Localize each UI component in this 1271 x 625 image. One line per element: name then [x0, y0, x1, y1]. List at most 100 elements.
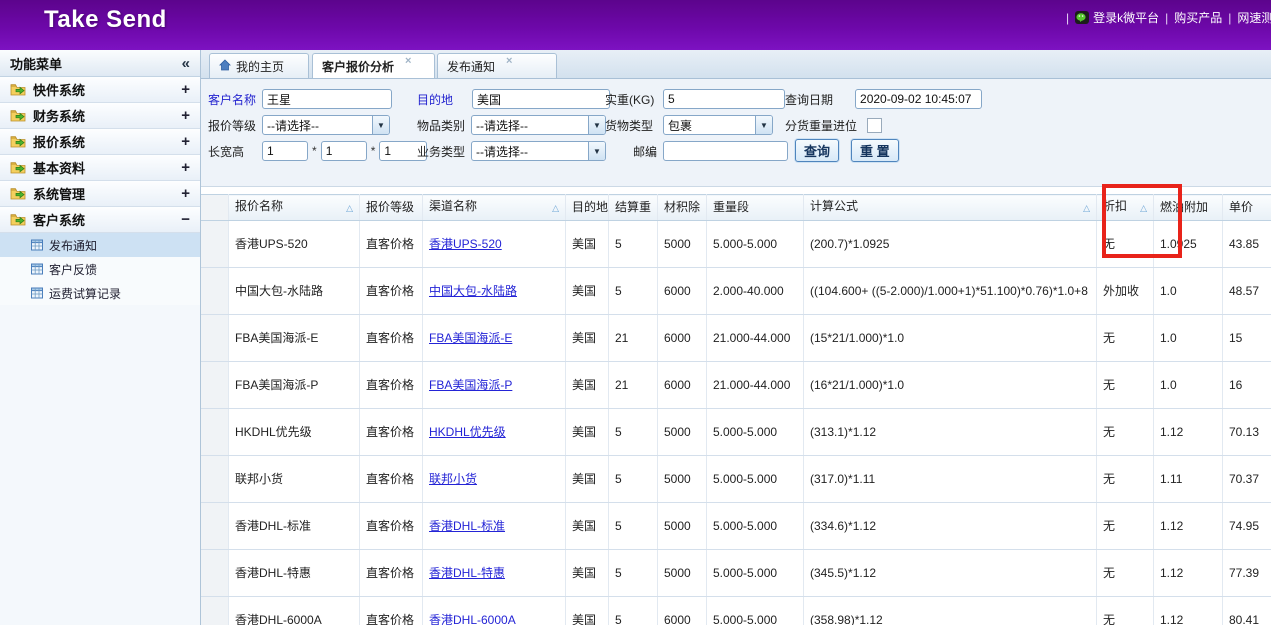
channel-link[interactable]: 联邦小货 — [429, 472, 477, 486]
collapse-sidebar-icon[interactable]: « — [182, 55, 190, 72]
sort-icon[interactable]: △ — [552, 199, 559, 218]
query-date-input[interactable] — [855, 89, 982, 109]
channel-link[interactable]: 香港UPS-520 — [429, 237, 502, 251]
col-header-quote-level[interactable]: 报价等级 — [360, 195, 423, 221]
cell-channel-name[interactable]: 联邦小货 — [423, 456, 566, 503]
width-input[interactable] — [321, 141, 367, 161]
channel-link[interactable]: 中国大包-水陆路 — [429, 284, 517, 298]
top-links: | 登录k微平台 | 购买产品 | 网速测试 — [1066, 9, 1271, 26]
cell-channel-name[interactable]: HKDHL优先级 — [423, 409, 566, 456]
item-category-select[interactable]: --请选择--▼ — [471, 115, 606, 135]
cell-channel-name[interactable]: 香港UPS-520 — [423, 221, 566, 268]
cell-fuel-surcharge: 1.0 — [1154, 362, 1223, 409]
cell-discount: 无 — [1097, 550, 1154, 597]
col-header-weight-range[interactable]: 重量段 — [707, 195, 804, 221]
customer-name-input[interactable] — [262, 89, 392, 109]
cell-quote-name: 香港DHL-6000A — [229, 597, 360, 625]
table-row[interactable]: FBA美国海派-P直客价格FBA美国海派-P美国21600021.000-44.… — [201, 362, 1271, 409]
cell-channel-name[interactable]: 香港DHL-标准 — [423, 503, 566, 550]
home-icon — [219, 59, 231, 71]
cell-volume-divisor: 6000 — [658, 315, 707, 362]
col-header-quote-name[interactable]: 报价名称△ — [229, 195, 360, 221]
sidebar-item-5[interactable]: 系统管理+ — [0, 181, 200, 207]
sort-icon[interactable]: △ — [346, 199, 353, 218]
search-button[interactable]: 查询 — [795, 139, 839, 162]
close-icon[interactable]: × — [405, 55, 411, 67]
expand-toggle-icon[interactable]: + — [181, 185, 190, 202]
reset-button[interactable]: 重 置 — [851, 139, 899, 162]
close-icon[interactable]: × — [506, 55, 512, 67]
tab-my-home[interactable]: 我的主页 — [209, 53, 309, 78]
sidebar-item-6[interactable]: 客户系统− — [0, 207, 200, 233]
col-header-charge-weight[interactable]: 结算重 — [609, 195, 658, 221]
tab-customer-quote-analysis[interactable]: 客户报价分析 × — [312, 53, 435, 78]
sort-icon[interactable]: △ — [1083, 199, 1090, 218]
buy-product-link[interactable]: 购买产品 — [1174, 9, 1222, 26]
table-row[interactable]: HKDHL优先级直客价格HKDHL优先级美国550005.000-5.000(3… — [201, 409, 1271, 456]
cell-channel-name[interactable]: 香港DHL-特惠 — [423, 550, 566, 597]
expand-toggle-icon[interactable]: + — [181, 133, 190, 150]
business-type-select[interactable]: --请选择--▼ — [471, 141, 606, 161]
cell-discount: 无 — [1097, 362, 1154, 409]
expand-toggle-icon[interactable]: + — [181, 107, 190, 124]
expand-toggle-icon[interactable]: + — [181, 81, 190, 98]
cell-channel-name[interactable]: 中国大包-水陆路 — [423, 268, 566, 315]
expand-toggle-icon[interactable]: − — [181, 211, 190, 228]
cell-quote-name: 香港UPS-520 — [229, 221, 360, 268]
cell-unit-price: 70.37 — [1223, 456, 1271, 503]
cell-quote-level: 直客价格 — [360, 456, 423, 503]
col-header-row-index — [201, 195, 229, 221]
channel-link[interactable]: HKDHL优先级 — [429, 425, 506, 439]
folder-icon — [10, 109, 26, 122]
weight-input[interactable] — [663, 89, 785, 109]
col-header-formula[interactable]: 计算公式△ — [804, 195, 1097, 221]
col-header-discount[interactable]: 折扣△ — [1097, 195, 1154, 221]
channel-link[interactable]: 香港DHL-6000A — [429, 613, 516, 625]
table-row[interactable]: 香港UPS-520直客价格香港UPS-520美国550005.000-5.000… — [201, 221, 1271, 268]
channel-link[interactable]: FBA美国海派-E — [429, 331, 512, 345]
cell-formula: (15*21/1.000)*1.0 — [804, 315, 1097, 362]
channel-link[interactable]: 香港DHL-标准 — [429, 519, 505, 533]
sidebar-item-4[interactable]: 基本资料+ — [0, 155, 200, 181]
tab-publish-notice[interactable]: 发布通知 × — [437, 53, 557, 78]
sidebar-subitem[interactable]: 发布通知 — [0, 233, 200, 257]
chevron-down-icon: ▼ — [372, 116, 389, 134]
channel-link[interactable]: FBA美国海派-P — [429, 378, 512, 392]
sidebar-item-3[interactable]: 报价系统+ — [0, 129, 200, 155]
zip-code-input[interactable] — [663, 141, 788, 161]
sidebar-subitem[interactable]: 客户反馈 — [0, 257, 200, 281]
login-kwei-link[interactable]: 登录k微平台 — [1075, 9, 1159, 26]
table-row[interactable]: 香港DHL-标准直客价格香港DHL-标准美国550005.000-5.000(3… — [201, 503, 1271, 550]
cell-formula: (358.98)*1.12 — [804, 597, 1097, 625]
col-header-fuel-surcharge[interactable]: 燃油附加 — [1154, 195, 1223, 221]
table-row[interactable]: 联邦小货直客价格联邦小货美国550005.000-5.000(317.0)*1.… — [201, 456, 1271, 503]
cell-channel-name[interactable]: FBA美国海派-P — [423, 362, 566, 409]
cell-quote-name: FBA美国海派-E — [229, 315, 360, 362]
length-input[interactable] — [262, 141, 308, 161]
row-index-cell — [201, 268, 229, 315]
cell-channel-name[interactable]: 香港DHL-6000A — [423, 597, 566, 625]
cell-channel-name[interactable]: FBA美国海派-E — [423, 315, 566, 362]
cell-charge-weight: 5 — [609, 503, 658, 550]
sort-icon[interactable]: △ — [1140, 199, 1147, 218]
sidebar-subitem[interactable]: 运费试算记录 — [0, 281, 200, 305]
col-header-volume-divisor[interactable]: 材积除 — [658, 195, 707, 221]
row-index-cell — [201, 597, 229, 625]
quote-level-select[interactable]: --请选择--▼ — [262, 115, 390, 135]
expand-toggle-icon[interactable]: + — [181, 159, 190, 176]
table-row[interactable]: 香港DHL-6000A直客价格香港DHL-6000A美国560005.000-5… — [201, 597, 1271, 625]
table-row[interactable]: 中国大包-水陆路直客价格中国大包-水陆路美国560002.000-40.000(… — [201, 268, 1271, 315]
col-header-channel-name[interactable]: 渠道名称△ — [423, 195, 566, 221]
cell-quote-name: 香港DHL-标准 — [229, 503, 360, 550]
table-row[interactable]: 香港DHL-特惠直客价格香港DHL-特惠美国550005.000-5.000(3… — [201, 550, 1271, 597]
col-header-unit-price[interactable]: 单价 — [1223, 195, 1271, 221]
cargo-type-select[interactable]: 包裹▼ — [663, 115, 773, 135]
channel-link[interactable]: 香港DHL-特惠 — [429, 566, 505, 580]
sidebar-item-1[interactable]: 快件系统+ — [0, 77, 200, 103]
destination-input[interactable] — [472, 89, 610, 109]
col-header-destination[interactable]: 目的地 — [566, 195, 609, 221]
table-row[interactable]: FBA美国海派-E直客价格FBA美国海派-E美国21600021.000-44.… — [201, 315, 1271, 362]
speed-test-link[interactable]: 网速测试 — [1237, 9, 1271, 26]
sidebar-item-2[interactable]: 财务系统+ — [0, 103, 200, 129]
split-weight-carry-checkbox[interactable] — [867, 118, 882, 133]
